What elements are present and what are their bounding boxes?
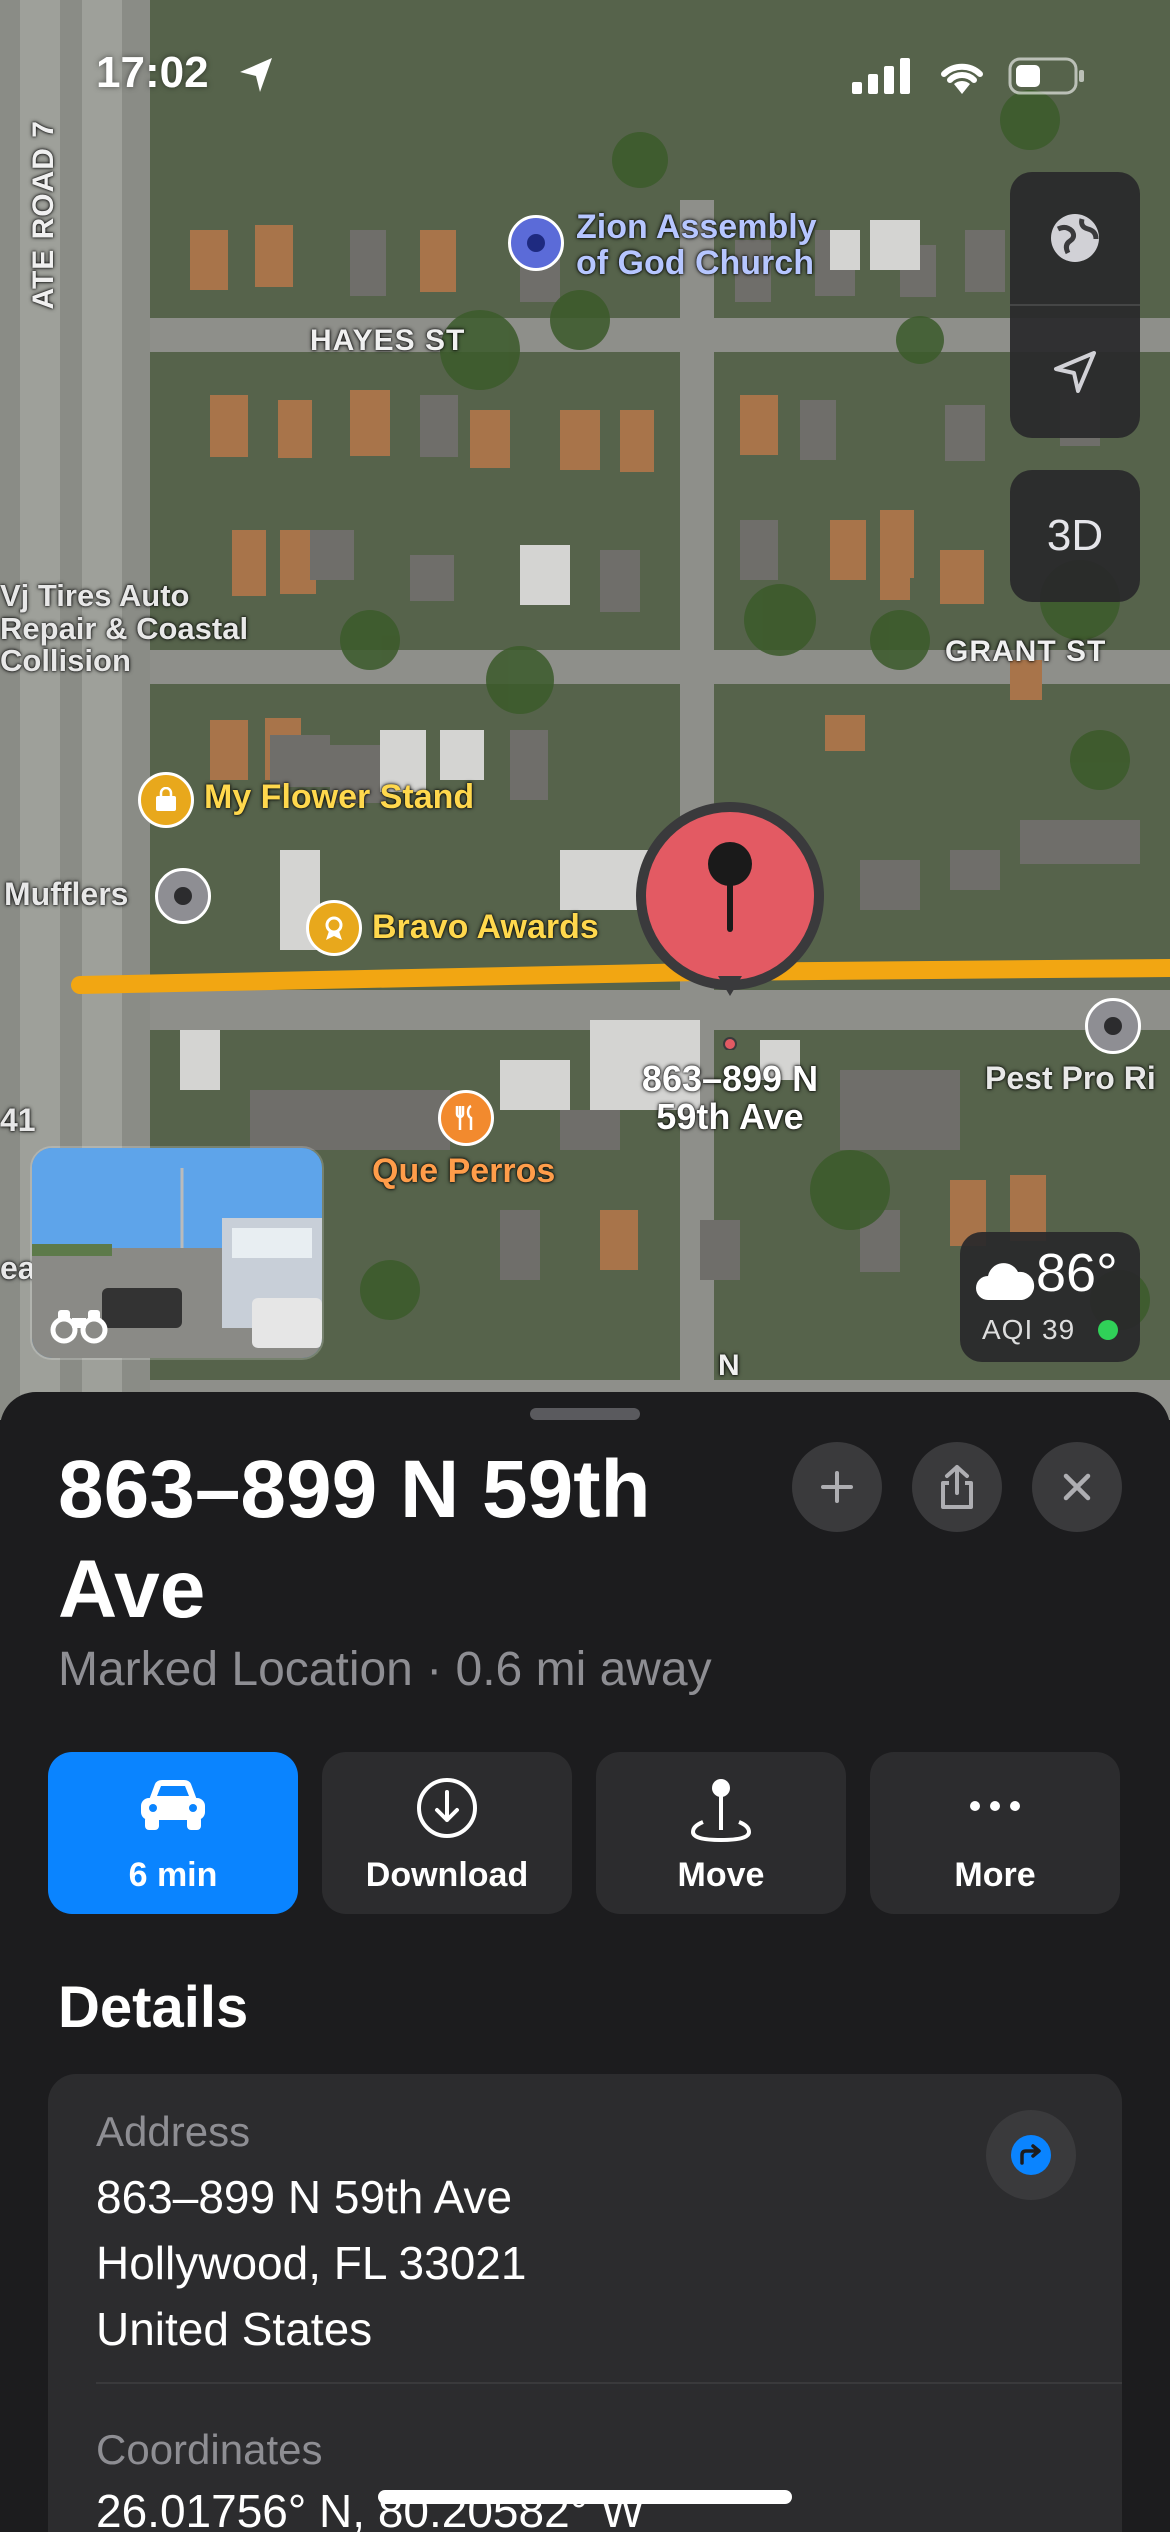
details-heading: Details [58, 1975, 249, 2040]
sheet-grabber[interactable] [530, 1408, 640, 1420]
temperature: 86° [1036, 1243, 1118, 1303]
address-label: Address [96, 2108, 251, 2155]
mufflers-poi-marker[interactable] [155, 868, 211, 924]
poi-dot-icon [174, 887, 192, 905]
move-pin-button[interactable]: Move [596, 1752, 846, 1914]
cloud-icon [976, 1263, 1035, 1300]
aqi-status-dot [1098, 1320, 1118, 1340]
pin-address-label: 863–899 N 59th Ave [641, 1058, 819, 1137]
share-icon [941, 1465, 973, 1509]
details-card: Address 863–899 N 59th Ave Hollywood, FL… [48, 2074, 1122, 2532]
close-button[interactable] [1032, 1442, 1122, 1532]
place-card-sheet: 863–899 N 59th Ave Marked Location · 0.6… [0, 1392, 1170, 2532]
plus-icon [821, 1471, 853, 1503]
address-line-3[interactable]: United States [96, 2302, 372, 2356]
more-button[interactable]: More [870, 1752, 1120, 1914]
status-bar: 17:02 [0, 0, 1170, 150]
3d-button[interactable]: 3D [1010, 470, 1140, 602]
map-pin-icon [636, 802, 824, 1051]
pest-pro-poi-marker[interactable] [1085, 998, 1141, 1054]
cellular-signal-icon [852, 58, 910, 94]
details-divider [96, 2382, 1122, 2384]
coordinates-label: Coordinates [96, 2426, 323, 2473]
poi-dot-icon [1104, 1017, 1122, 1035]
track-location-button[interactable] [1010, 306, 1140, 438]
download-icon [417, 1778, 477, 1838]
poi-dot-icon [527, 234, 545, 252]
street-label-hayes-st: HAYES ST [310, 324, 466, 357]
street-label-n: N [718, 1349, 741, 1382]
fork-knife-icon[interactable] [438, 1090, 494, 1146]
map-view[interactable]: ATE ROAD 7 HAYES ST GRANT ST N Zion Asse… [0, 0, 1170, 1420]
move-pin-label: Move [677, 1856, 765, 1894]
binoculars-icon [50, 1310, 108, 1344]
weather-widget[interactable]: 86° AQI 39 [960, 1232, 1140, 1362]
directions-icon [1011, 2135, 1051, 2175]
location-services-icon [240, 58, 272, 92]
map-mode-button[interactable] [1010, 172, 1140, 304]
address-directions-button[interactable] [986, 2110, 1076, 2200]
mufflers-poi-label[interactable]: Mufflers [4, 877, 128, 912]
address-line-2[interactable]: Hollywood, FL 33021 [96, 2236, 526, 2290]
download-button[interactable]: Download [322, 1752, 572, 1914]
more-label: More [954, 1856, 1036, 1894]
move-pin-icon [690, 1779, 752, 1843]
flower-stand-poi-label[interactable]: My Flower Stand [204, 779, 474, 816]
add-button[interactable] [792, 1442, 882, 1532]
marked-location-pin[interactable] [632, 800, 828, 1051]
status-time: 17:02 [96, 48, 209, 97]
church-poi-label[interactable]: Zion Assembly of God Church [576, 209, 817, 281]
download-label: Download [365, 1856, 529, 1894]
look-around-thumbnail[interactable] [30, 1146, 324, 1360]
award-icon[interactable] [306, 900, 362, 956]
pest-pro-poi-label[interactable]: Pest Pro Ri [985, 1061, 1156, 1096]
street-label-grant-st: GRANT ST [945, 635, 1107, 668]
left-edge-label-41: 41 [0, 1102, 36, 1138]
battery-icon [1008, 57, 1084, 95]
aqi-value: AQI 39 [982, 1314, 1076, 1345]
more-icon [970, 1801, 1020, 1811]
directions-drive-label: 6 min [128, 1856, 218, 1894]
wifi-icon [941, 63, 983, 94]
map-controls-group [1010, 172, 1140, 438]
tires-poi-label[interactable]: Vj Tires Auto Repair & Coastal Collision [0, 579, 248, 678]
que-perros-poi-label[interactable]: Que Perros [372, 1153, 555, 1190]
church-poi-marker[interactable] [508, 215, 564, 271]
share-button[interactable] [912, 1442, 1002, 1532]
car-icon [141, 1780, 205, 1830]
shopping-bag-icon[interactable] [138, 772, 194, 828]
3d-toggle-group: 3D [1010, 470, 1140, 602]
place-title: 863–899 N 59th Ave [58, 1444, 651, 1635]
globe-icon [1051, 214, 1099, 262]
home-indicator[interactable] [378, 2490, 792, 2504]
place-subtitle: Marked Location · 0.6 mi away [58, 1643, 712, 1696]
location-arrow-icon [1054, 351, 1096, 393]
directions-drive-button[interactable]: 6 min [48, 1752, 298, 1914]
address-line-1[interactable]: 863–899 N 59th Ave [96, 2170, 512, 2224]
close-icon [1063, 1473, 1091, 1501]
bravo-awards-poi-label[interactable]: Bravo Awards [372, 909, 599, 946]
